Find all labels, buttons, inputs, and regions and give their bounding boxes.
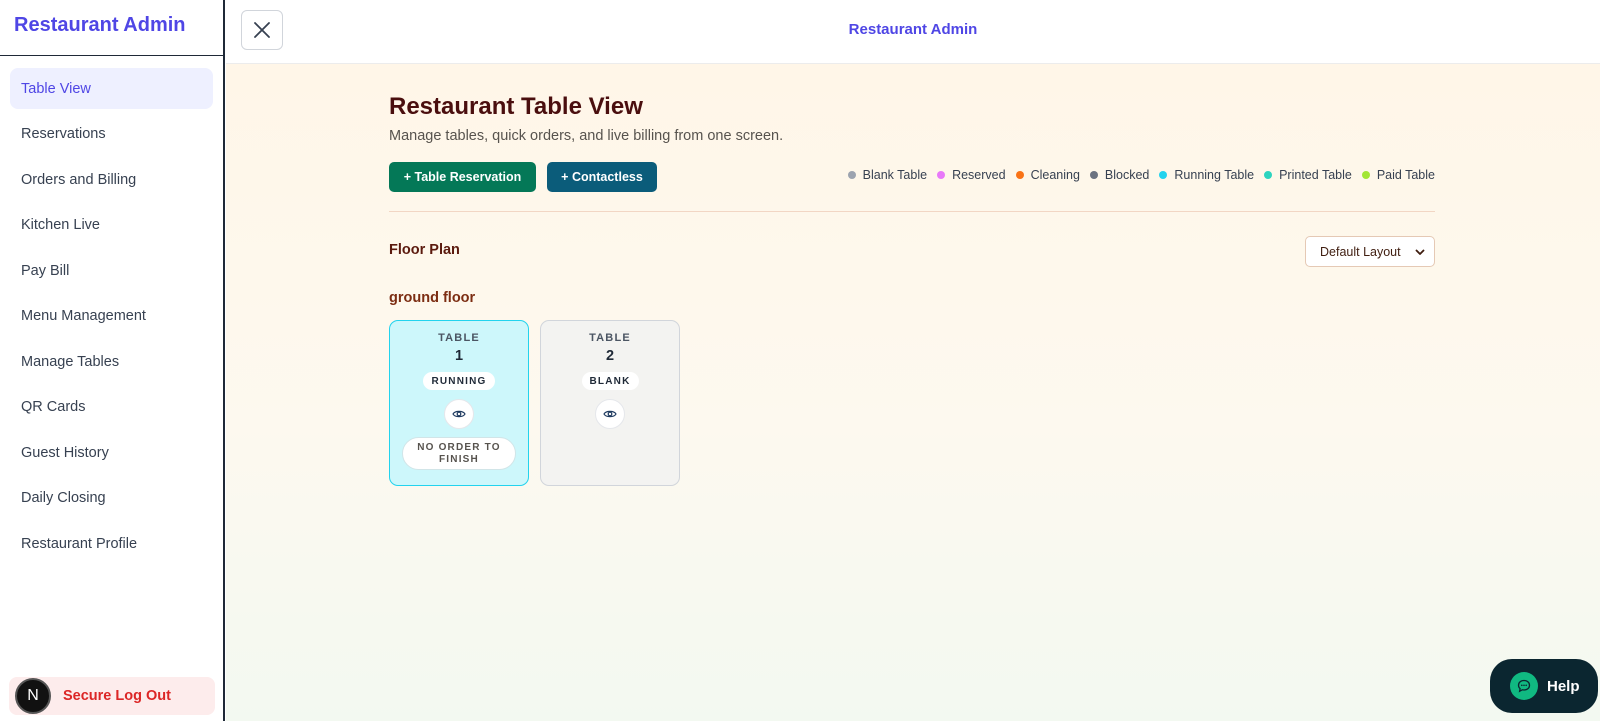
sidebar-item-guest-history[interactable]: Guest History [10, 432, 213, 473]
legend-cleaning: Cleaning [1015, 168, 1080, 182]
legend-blocked: Blocked [1089, 168, 1149, 182]
sidebar-item-restaurant-profile[interactable]: Restaurant Profile [10, 523, 213, 564]
main-content: Restaurant Table View Manage tables, qui… [226, 64, 1600, 721]
legend-dot [937, 171, 946, 179]
avatar: N [15, 678, 51, 714]
sidebar-item-qr-cards[interactable]: QR Cards [10, 387, 213, 428]
layout-select-value: Default Layout [1320, 244, 1401, 259]
page-title: Restaurant Table View [389, 93, 643, 120]
legend-running-table: Running Table [1159, 168, 1254, 182]
sidebar-item-table-view[interactable]: Table View [10, 68, 213, 109]
sidebar-brand: Restaurant Admin [0, 0, 223, 56]
sidebar-item-menu-management[interactable]: Menu Management [10, 296, 213, 337]
sidebar-item-daily-closing[interactable]: Daily Closing [10, 478, 213, 519]
status-legend: Blank Table Reserved Cleaning Blocked Ru… [838, 168, 1435, 182]
sidebar-item-kitchen-live[interactable]: Kitchen Live [10, 205, 213, 246]
legend-dot [1361, 171, 1370, 179]
eye-icon [603, 410, 617, 418]
page-subtitle: Manage tables, quick orders, and live bi… [389, 128, 784, 144]
view-table-button[interactable] [444, 399, 474, 429]
logout-button[interactable]: N Secure Log Out [9, 677, 215, 715]
table-card-2[interactable]: TABLE 2 BLANK [540, 320, 680, 486]
legend-dot [1159, 171, 1168, 179]
legend-dot [1089, 171, 1098, 179]
floor-plan-label: Floor Plan [389, 242, 460, 258]
chevron-down-icon [1415, 249, 1425, 255]
help-label: Help [1547, 677, 1580, 695]
status-badge: BLANK [581, 372, 639, 390]
status-badge: RUNNING [423, 372, 495, 390]
table-number: 2 [605, 348, 615, 364]
sidebar-item-pay-bill[interactable]: Pay Bill [10, 250, 213, 291]
contactless-button[interactable]: + Contactless [547, 162, 657, 192]
eye-icon [452, 410, 466, 418]
legend-dot [1264, 171, 1273, 179]
table-label: TABLE [589, 332, 631, 344]
section-divider [389, 211, 1435, 212]
topbar: Restaurant Admin [226, 0, 1600, 64]
table-number: 1 [454, 348, 464, 364]
no-order-to-finish-button[interactable]: NO ORDER TO FINISH [402, 437, 516, 470]
legend-paid-table: Paid Table [1361, 168, 1435, 182]
legend-printed-table: Printed Table [1264, 168, 1352, 182]
table-card-1[interactable]: TABLE 1 RUNNING NO ORDER TO FINISH [389, 320, 529, 486]
sidebar-item-orders-and-billing[interactable]: Orders and Billing [10, 159, 213, 200]
sidebar-item-reservations[interactable]: Reservations [10, 114, 213, 155]
sidebar: Restaurant Admin Table View Reservations… [0, 0, 225, 721]
floor-name: ground floor [389, 290, 476, 306]
view-table-button[interactable] [595, 399, 625, 429]
sidebar-nav: Table View Reservations Orders and Billi… [0, 56, 223, 564]
legend-dot [1015, 171, 1024, 179]
sidebar-item-manage-tables[interactable]: Manage Tables [10, 341, 213, 382]
table-reservation-button[interactable]: + Table Reservation [389, 162, 536, 192]
logout-label: Secure Log Out [63, 688, 171, 704]
topbar-title: Restaurant Admin [848, 21, 978, 38]
legend-reserved: Reserved [937, 168, 1006, 182]
layout-select[interactable]: Default Layout [1305, 236, 1435, 267]
table-label: TABLE [438, 332, 480, 344]
help-button[interactable]: Help [1490, 659, 1598, 713]
chat-icon [1510, 672, 1538, 700]
legend-dot [847, 171, 856, 179]
legend-blank-table: Blank Table [847, 168, 927, 182]
